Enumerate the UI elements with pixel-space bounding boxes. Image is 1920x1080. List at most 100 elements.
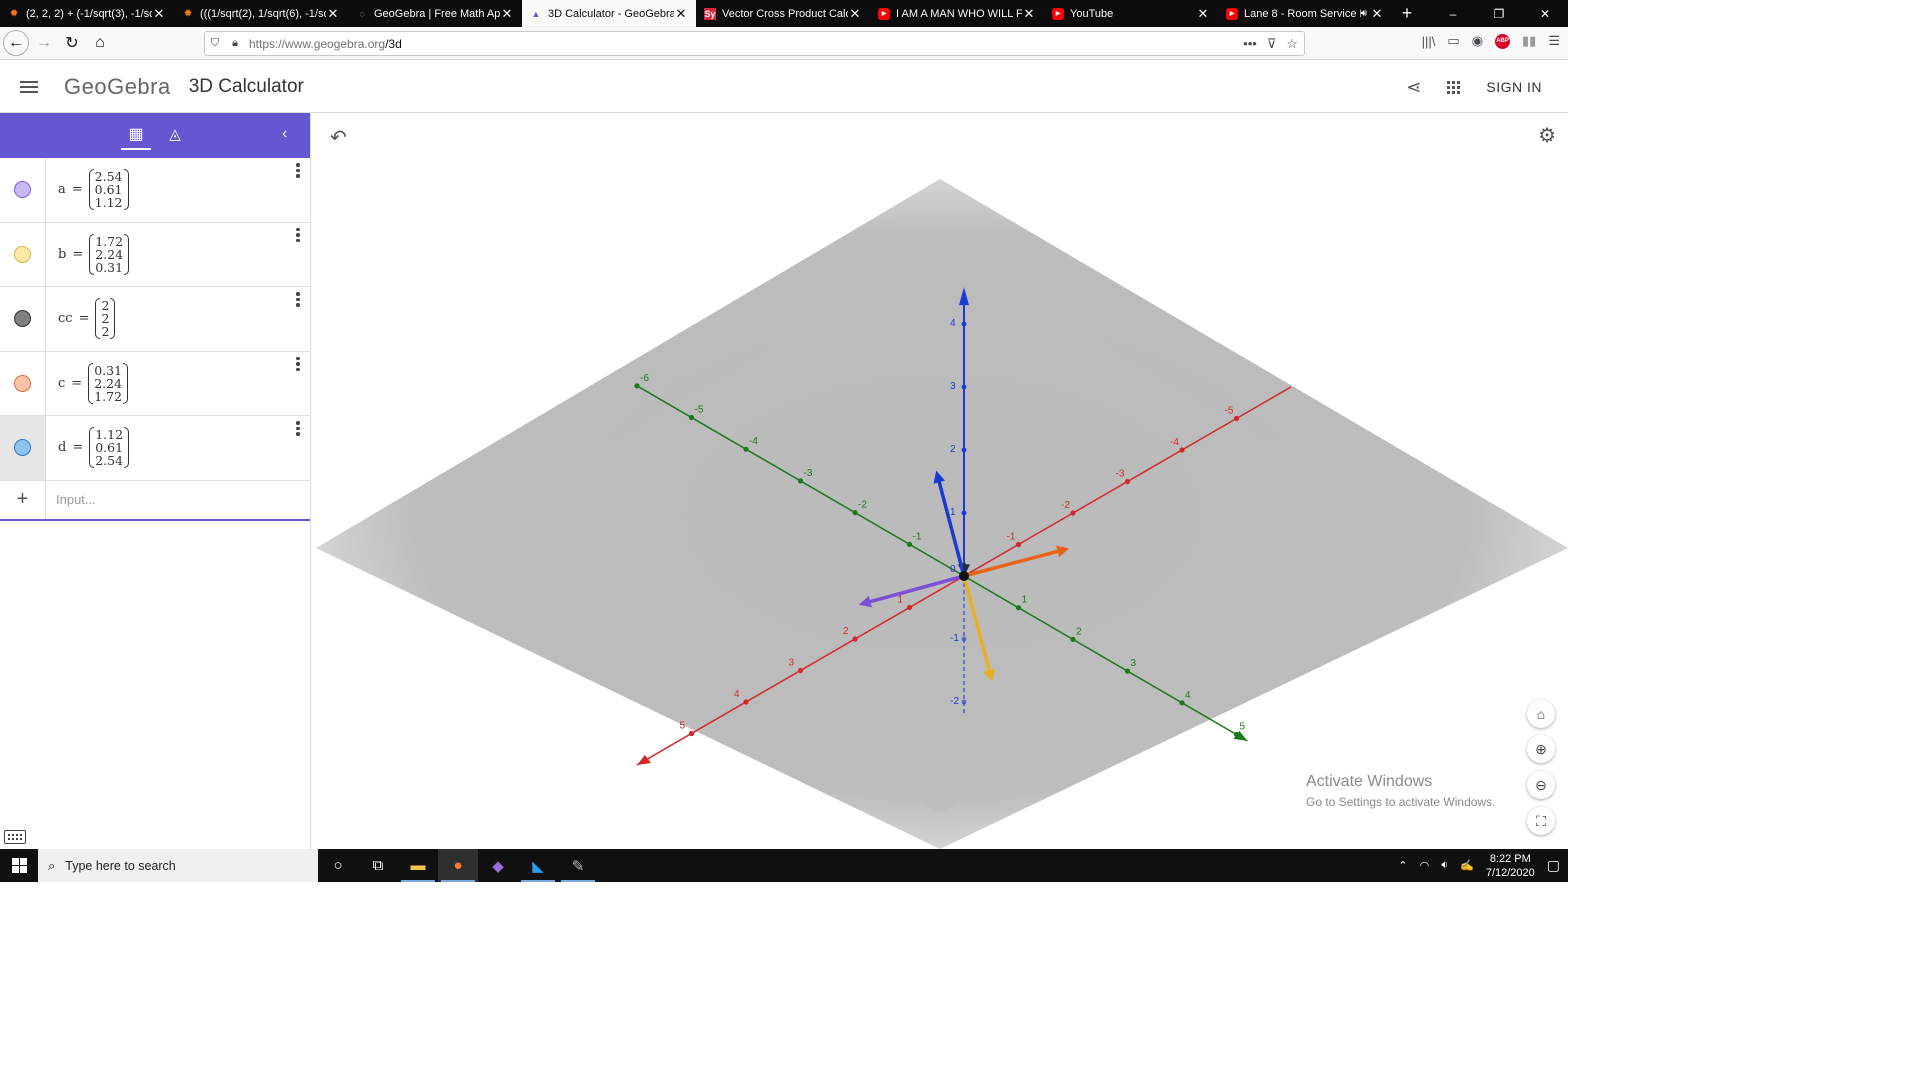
extension-icon[interactable]: ▮▮ xyxy=(1522,33,1536,49)
more-options-icon[interactable] xyxy=(296,421,300,438)
close-tab-icon[interactable]: ✕ xyxy=(1370,6,1384,22)
visibility-toggle[interactable] xyxy=(0,158,46,222)
graphics-3d-canvas[interactable]: -5 -4 -3 -2 -1 1 2 3 4 5 -6 -5 -4 -3 -2 -1 1 2 3 4 5 -2 -1 1 2 3 4… xyxy=(316,113,1568,849)
vector-component: 2.24 xyxy=(95,246,124,262)
visibility-toggle[interactable] xyxy=(0,287,46,351)
forward-button[interactable]: → xyxy=(31,30,57,56)
pen-icon[interactable]: ✍ xyxy=(1460,859,1474,872)
z-axis-tick-label: 4 xyxy=(950,318,956,329)
browser-tab[interactable]: ▶ Lane 8 - Room Service Fe 🔊︎ ✕ xyxy=(1218,0,1392,27)
tools-tab[interactable]: ◬ xyxy=(164,125,186,147)
home-view-button[interactable]: ⌂ xyxy=(1527,700,1555,728)
x-axis-tick-label: 2 xyxy=(843,626,849,637)
reload-button[interactable]: ↻ xyxy=(59,30,85,56)
sidebar-icon[interactable]: ▭ xyxy=(1447,33,1459,49)
graphics-3d-view[interactable]: -5 -4 -3 -2 -1 1 2 3 4 5 -6 -5 -4 -3 -2 -1 1 2 3 4 5 -2 -1 1 2 3 4… xyxy=(316,113,1568,849)
address-bar[interactable]: ⛉ 🔒︎ https://www.geogebra.org/3d ••• ⊽ ☆ xyxy=(204,31,1305,56)
bookmark-star-icon[interactable]: ☆ xyxy=(1286,36,1298,52)
notifications-icon[interactable]: ▢ xyxy=(1547,857,1560,874)
close-window-button[interactable]: ✕ xyxy=(1522,0,1568,27)
apps-grid-icon[interactable] xyxy=(1447,80,1461,94)
browser-tab[interactable]: ✹ (2, 2, 2) + (-1/sqrt(3), -1/sqrt ✕ xyxy=(0,0,174,27)
close-tab-icon[interactable]: ✕ xyxy=(326,6,340,22)
more-options-icon[interactable] xyxy=(296,163,300,180)
zoom-in-button[interactable]: ⊕ xyxy=(1527,735,1555,763)
algebra-tab[interactable]: ▦ xyxy=(121,124,151,150)
algebra-item-c[interactable]: c = 0.31 2.24 1.72 xyxy=(0,351,310,416)
settings-gear-icon[interactable]: ⚙ xyxy=(1538,123,1556,148)
close-tab-icon[interactable]: ✕ xyxy=(848,6,862,22)
visibility-toggle[interactable] xyxy=(0,351,46,415)
algebra-expression[interactable]: cc = 2 2 2 xyxy=(46,287,310,351)
network-icon[interactable]: ◠ xyxy=(1420,859,1430,872)
back-button[interactable]: ← xyxy=(3,30,29,56)
x-axis-tick xyxy=(797,667,804,674)
visibility-toggle[interactable] xyxy=(0,222,46,286)
volume-icon[interactable]: 🔉︎ xyxy=(1441,859,1448,872)
zoom-out-button[interactable]: ⊖ xyxy=(1527,771,1555,799)
page-actions-icon[interactable]: ••• xyxy=(1243,36,1257,52)
home-button[interactable]: ⌂ xyxy=(87,30,113,56)
library-icon[interactable]: |||\ xyxy=(1422,34,1436,49)
minimize-button[interactable]: – xyxy=(1430,0,1476,27)
start-button[interactable] xyxy=(0,849,38,882)
tab-audio-icon[interactable]: 🔊︎ xyxy=(1361,8,1367,19)
main-menu-icon[interactable] xyxy=(20,78,38,96)
algebra-item-a[interactable]: a = 2.54 0.61 1.12 xyxy=(0,158,310,223)
more-options-icon[interactable] xyxy=(296,292,300,309)
tray-chevron-icon[interactable]: ⌃ xyxy=(1398,859,1407,872)
algebra-expression[interactable]: d = 1.12 0.61 2.54 xyxy=(46,416,310,480)
shield-icon[interactable]: ⛉ xyxy=(205,37,225,50)
clock-time: 8:22 PM xyxy=(1489,852,1531,865)
browser-tab[interactable]: ✹ (((1/sqrt(2), 1/sqrt(6), -1/sqrt ✕ xyxy=(174,0,348,27)
cortana-icon[interactable]: ○ xyxy=(318,849,358,882)
algebra-item-cc[interactable]: cc = 2 2 2 xyxy=(0,287,310,352)
keyboard-icon[interactable] xyxy=(4,830,26,844)
close-tab-icon[interactable]: ✕ xyxy=(1022,6,1036,22)
y-axis-tick xyxy=(797,478,804,484)
algebra-expression[interactable]: b = 1.72 2.24 0.31 xyxy=(46,223,310,287)
close-tab-icon[interactable]: ✕ xyxy=(1196,6,1210,22)
loading-icon: ◌ xyxy=(359,8,365,19)
input-row[interactable]: + Input... xyxy=(0,480,310,521)
close-tab-icon[interactable]: ✕ xyxy=(152,6,166,22)
visibility-toggle[interactable] xyxy=(0,416,46,480)
equals-sign: = xyxy=(72,440,84,456)
browser-tab[interactable]: ▲ 3D Calculator - GeoGebra ✕ xyxy=(522,0,696,27)
browser-tab[interactable]: ▶ I AM A MAN WHO WILL FIGH✕ xyxy=(870,0,1044,27)
close-tab-icon[interactable]: ✕ xyxy=(500,6,514,22)
task-view-icon[interactable]: ⧉ xyxy=(358,849,398,882)
firefox-icon[interactable]: ● xyxy=(438,849,478,882)
restore-button[interactable]: ❐ xyxy=(1476,0,1522,27)
algebra-item-d[interactable]: d = 1.12 0.61 2.54 xyxy=(0,416,310,481)
share-icon[interactable]: ⋖ xyxy=(1406,77,1421,98)
browser-tab[interactable]: ◌ GeoGebra | Free Math Apps -✕ xyxy=(348,0,522,27)
geogebra-logo[interactable]: GeoGebra xyxy=(64,74,171,100)
sign-in-button[interactable]: SIGN IN xyxy=(1486,79,1542,95)
vscode-icon[interactable]: ◣ xyxy=(518,849,558,882)
paint-icon[interactable]: ✎ xyxy=(558,849,598,882)
browser-tab[interactable]: Sy Vector Cross Product Calcula✕ xyxy=(696,0,870,27)
algebra-expression[interactable]: c = 0.31 2.24 1.72 xyxy=(46,352,310,416)
more-options-icon[interactable] xyxy=(296,356,300,374)
adblock-icon[interactable]: ABP xyxy=(1495,33,1511,49)
more-options-icon[interactable] xyxy=(296,227,300,245)
add-icon[interactable]: + xyxy=(0,480,46,519)
algebra-item-b[interactable]: b = 1.72 2.24 0.31 xyxy=(0,222,310,287)
account-icon[interactable]: ◉ xyxy=(1472,33,1483,49)
file-explorer-icon[interactable]: ▬ xyxy=(398,849,438,882)
undo-icon[interactable]: ↶ xyxy=(330,125,347,150)
algebra-expression[interactable]: a = 2.54 0.61 1.12 xyxy=(46,158,310,222)
browser-tab[interactable]: ▶ YouTube ✕ xyxy=(1044,0,1218,27)
visual-studio-icon[interactable]: ◆ xyxy=(478,849,518,882)
taskbar-search[interactable]: ⌕ Type here to search xyxy=(38,849,318,882)
fullscreen-button[interactable]: ⛶ xyxy=(1527,807,1555,835)
lock-icon[interactable]: 🔒︎ xyxy=(225,37,245,50)
new-tab-button[interactable]: + xyxy=(1392,0,1422,27)
algebra-input[interactable]: Input... xyxy=(46,481,96,519)
clock[interactable]: 8:22 PM 7/12/2020 xyxy=(1486,852,1535,880)
collapse-panel-icon[interactable]: ‹ xyxy=(282,125,287,143)
pocket-icon[interactable]: ⊽ xyxy=(1267,36,1277,52)
menu-icon[interactable]: ☰ xyxy=(1548,33,1560,49)
close-tab-icon[interactable]: ✕ xyxy=(674,6,688,22)
